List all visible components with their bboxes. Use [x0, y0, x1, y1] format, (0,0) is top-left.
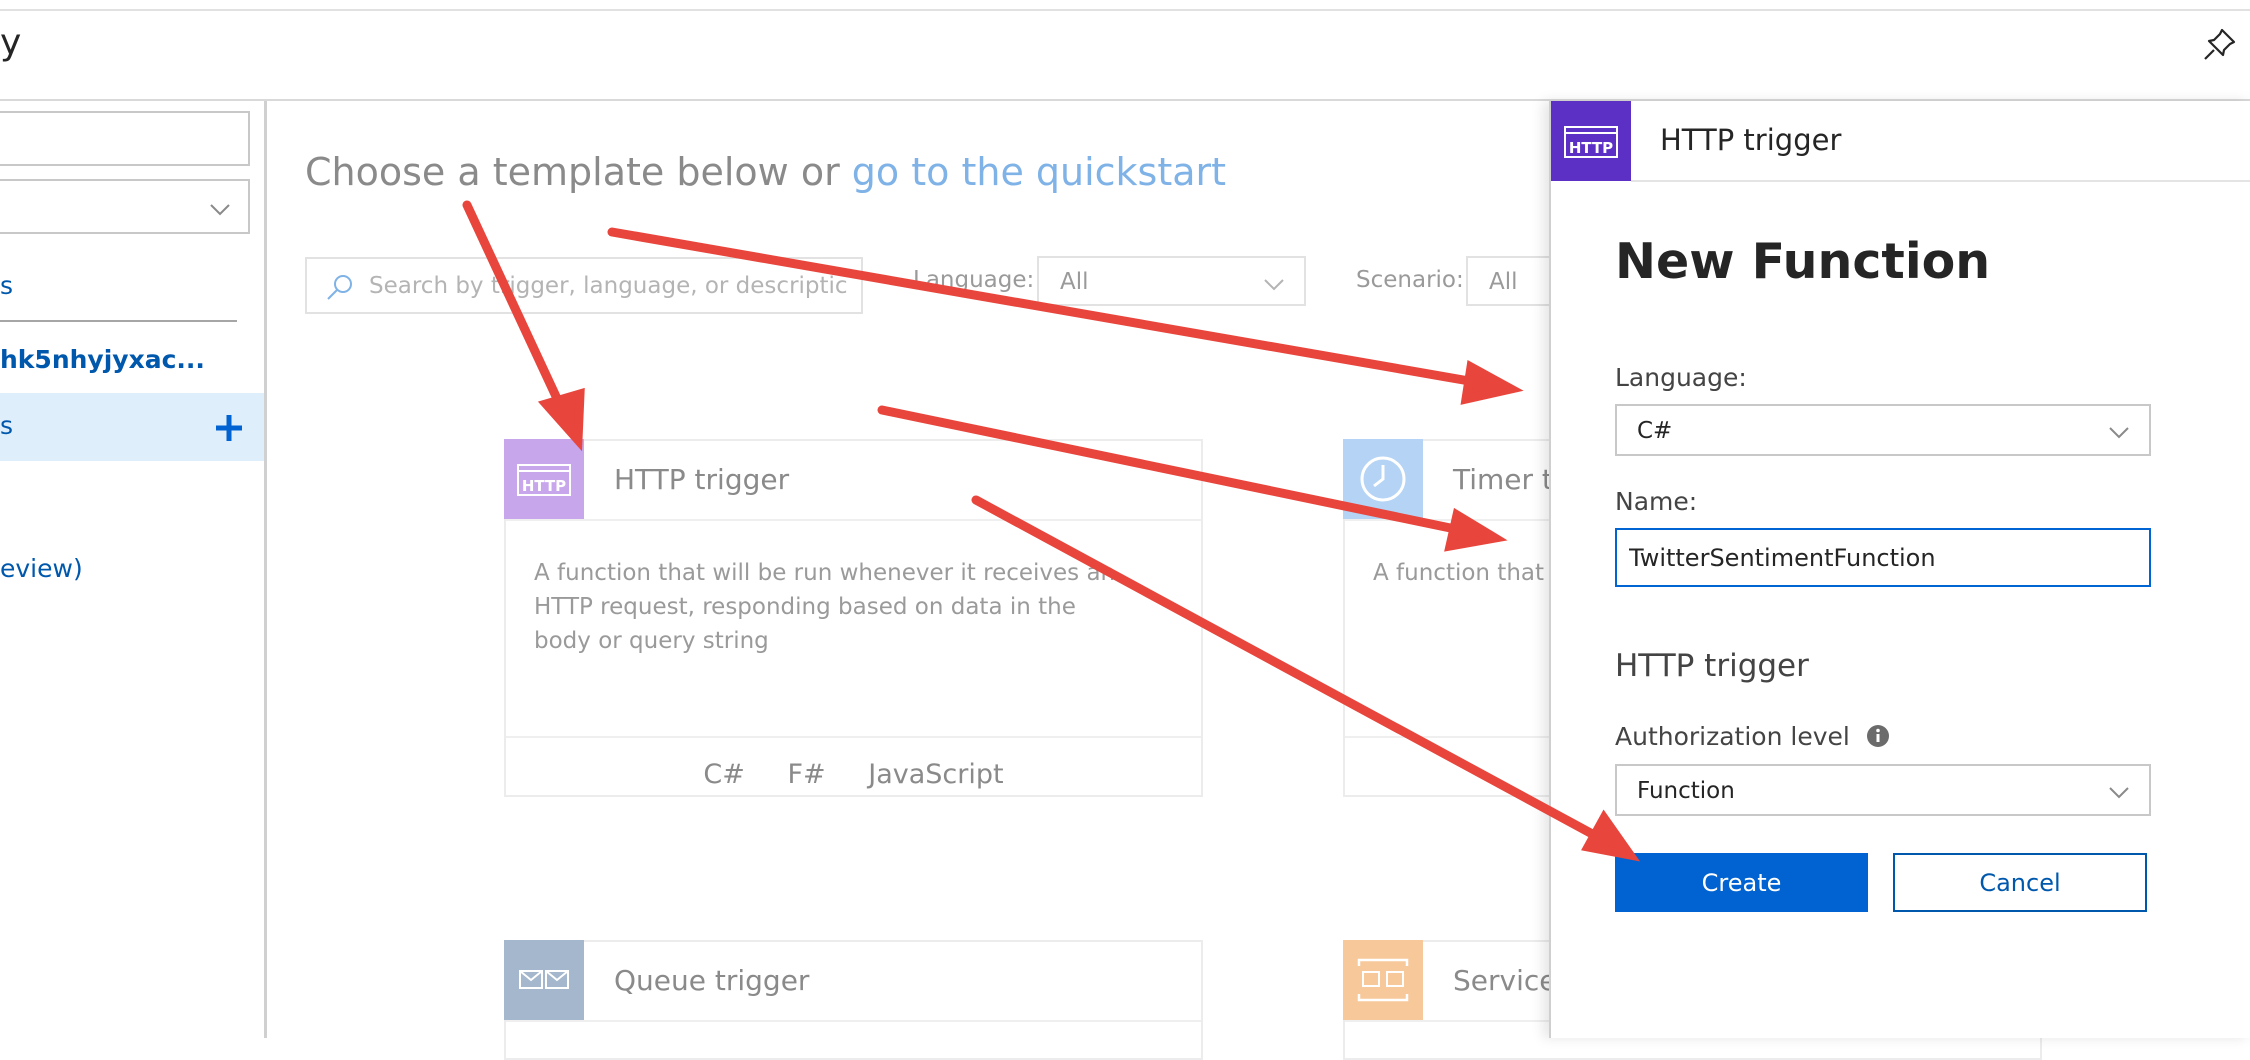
card-description: A function that will be run whenever it … [534, 560, 1116, 654]
sidebar-item-function-apps[interactable]: s [0, 271, 13, 300]
language-select[interactable]: C# [1615, 404, 2151, 456]
sidebar-item-app-name[interactable]: hk5nhyjyxac... [0, 345, 205, 374]
card-languages: C# F# JavaScript [506, 759, 1201, 790]
annotation-arrowhead [1460, 359, 1524, 405]
card-divider [506, 1020, 1201, 1022]
clock-icon [1343, 439, 1423, 519]
language-filter-select[interactable]: All [1037, 256, 1306, 306]
chevron-down-icon [2109, 787, 2129, 799]
card-divider [506, 736, 1201, 738]
panel-header-divider [1631, 180, 2250, 182]
blade-title: y [0, 22, 22, 63]
authorization-level-value: Function [1637, 778, 1735, 804]
panel-header-title: HTTP trigger [1660, 123, 1842, 157]
chevron-down-icon [2109, 427, 2129, 439]
sidebar-subscription-select[interactable] [0, 179, 250, 234]
card-title: Timer tr [1453, 463, 1565, 496]
new-function-panel: HTTP HTTP trigger New Function Language:… [1549, 101, 2250, 1038]
card-title: Queue trigger [614, 964, 810, 997]
sidebar-item-functions[interactable]: s [0, 393, 264, 461]
template-search-input[interactable]: Search by trigger, language, or descript… [305, 257, 863, 314]
search-placeholder: Search by trigger, language, or descript… [369, 273, 848, 299]
sidebar-divider [0, 320, 237, 322]
pin-icon[interactable] [2200, 24, 2240, 64]
sidebar-item-preview[interactable]: eview) [0, 554, 83, 583]
name-label: Name: [1615, 487, 1698, 516]
card-divider [506, 519, 1201, 521]
language-select-value: C# [1637, 418, 1673, 444]
authorization-level-select[interactable]: Function [1615, 764, 2151, 816]
authorization-level-text: Authorization level [1615, 722, 1850, 751]
page-heading: Choose a template below or go to the qui… [305, 150, 1226, 194]
annotation-arrowhead [537, 387, 585, 452]
quickstart-link[interactable]: go to the quickstart [852, 150, 1226, 194]
sidebar-item-functions-label: s [0, 411, 14, 440]
sidebar-search-input[interactable] [0, 111, 250, 166]
scenario-filter-label: Scenario: [1356, 267, 1464, 293]
svg-text:HTTP: HTTP [1569, 139, 1613, 157]
add-function-icon[interactable] [214, 413, 244, 443]
queue-icon [504, 940, 584, 1020]
scenario-filter-value: All [1489, 269, 1518, 295]
http-icon: HTTP [504, 439, 584, 519]
language-label: Language: [1615, 363, 1747, 392]
language-link-javascript[interactable]: JavaScript [868, 759, 1003, 790]
authorization-level-label: Authorization level [1615, 722, 1890, 751]
sidebar: s hk5nhyjyxac... s eview) [0, 101, 267, 1038]
trigger-section-title: HTTP trigger [1615, 648, 1809, 684]
top-border [0, 9, 2250, 11]
create-button[interactable]: Create [1615, 853, 1868, 912]
card-title: HTTP trigger [614, 463, 790, 496]
language-link-fsharp[interactable]: F# [787, 759, 825, 790]
language-filter-label: Language: [913, 267, 1035, 293]
cancel-button[interactable]: Cancel [1893, 853, 2147, 912]
heading-text: Choose a template below or [305, 150, 852, 194]
chevron-down-icon [210, 204, 230, 216]
chevron-down-icon [1264, 279, 1284, 291]
service-bus-icon [1343, 940, 1423, 1020]
svg-text:HTTP: HTTP [522, 477, 566, 495]
http-icon: HTTP [1551, 101, 1631, 181]
panel-title: New Function [1615, 233, 1991, 290]
card-title: Service [1453, 964, 1557, 997]
template-card-queue-trigger[interactable]: Queue trigger [504, 940, 1203, 1060]
language-filter-value: All [1060, 269, 1089, 295]
function-name-input[interactable] [1615, 528, 2151, 587]
template-card-http-trigger[interactable]: HTTP HTTP trigger A function that will b… [504, 439, 1203, 797]
language-link-csharp[interactable]: C# [703, 759, 744, 790]
info-icon[interactable] [1866, 724, 1890, 748]
search-icon [327, 275, 352, 300]
